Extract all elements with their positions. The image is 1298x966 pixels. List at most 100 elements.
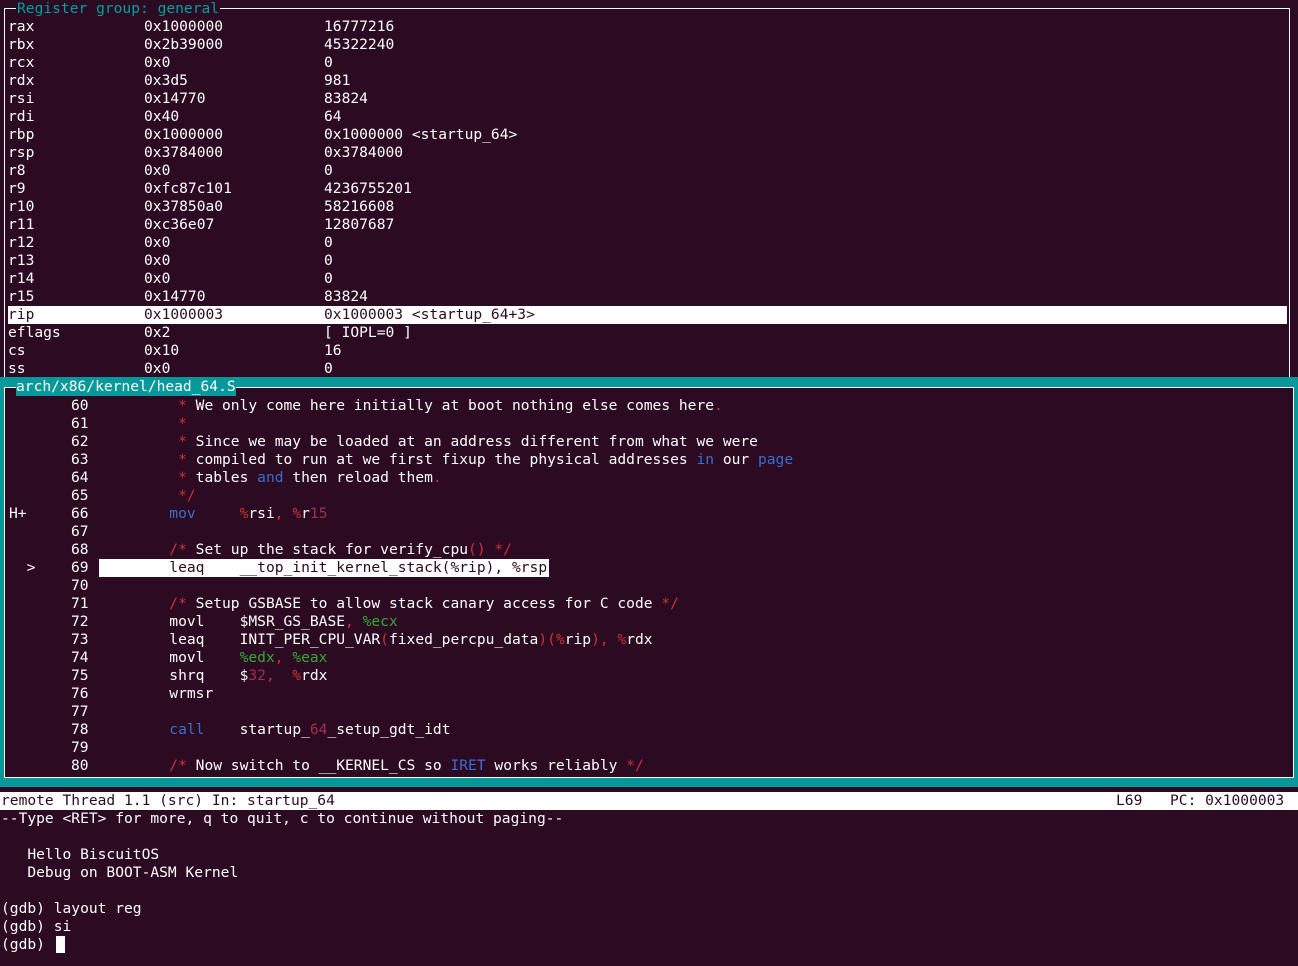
source-line-75[interactable]: 75 shrq $32, %rdx (9, 667, 1288, 685)
console-line: (gdb) (1, 936, 65, 954)
source-code-text: movl $MSR_GS_BASE, %ecx (169, 613, 398, 630)
line-number: 76 (71, 685, 89, 702)
source-line-62[interactable]: 62 * Since we may be loaded at an addres… (9, 433, 1288, 451)
register-hex: 0x0 (144, 270, 171, 287)
register-hex: 0x0 (144, 54, 171, 71)
status-thread-info: remote Thread 1.1 (src) In: startup_64 (1, 792, 335, 809)
register-row-r15: r15 0x14770 83824 (8, 288, 1287, 306)
register-name: rsi (8, 90, 35, 107)
register-value: 83824 (324, 288, 368, 305)
register-value: 58216608 (324, 198, 395, 215)
register-row-r9: r9 0xfc87c101 4236755201 (8, 180, 1287, 198)
register-hex: 0x14770 (144, 288, 206, 305)
source-line-73[interactable]: 73 leaq INIT_PER_CPU_VAR(fixed_percpu_da… (9, 631, 1288, 649)
source-code-text: call startup_64_setup_gdt_idt (169, 721, 451, 738)
source-line-61[interactable]: 61 * (9, 415, 1288, 433)
register-name: r9 (8, 180, 26, 197)
source-line-78[interactable]: 78 call startup_64_setup_gdt_idt (9, 721, 1288, 739)
register-hex: 0xfc87c101 (144, 180, 232, 197)
register-hex: 0x0 (144, 252, 171, 269)
source-line-60[interactable]: 60 * We only come here initially at boot… (9, 397, 1288, 415)
register-hex: 0x3d5 (144, 72, 188, 89)
register-name: rcx (8, 54, 35, 71)
register-row-rsp: rsp 0x3784000 0x3784000 (8, 144, 1287, 162)
source-code-text: */ (178, 487, 196, 504)
source-code-text: * (178, 415, 187, 432)
source-line-70[interactable]: 70 (9, 577, 1288, 595)
register-name: r14 (8, 270, 35, 287)
line-number: 71 (71, 595, 89, 612)
register-row-rsi: rsi 0x14770 83824 (8, 90, 1287, 108)
register-hex: 0x14770 (144, 90, 206, 107)
source-line-72[interactable]: 72 movl $MSR_GS_BASE, %ecx (9, 613, 1288, 631)
register-value: 0 (324, 54, 333, 71)
breakpoint-marker: H+ (9, 505, 27, 522)
source-line-69[interactable]: >69 leaq __top_init_kernel_stack(%rip), … (9, 559, 1288, 577)
line-number: 66 (71, 505, 89, 522)
source-code-view[interactable]: 60 * We only come here initially at boot… (9, 397, 1288, 775)
register-row-r10: r10 0x37850a0 58216608 (8, 198, 1287, 216)
register-hex: 0x3784000 (144, 144, 224, 161)
line-number: 80 (71, 757, 89, 774)
terminal-cursor[interactable] (55, 936, 65, 953)
register-row-rdi: rdi 0x40 64 (8, 108, 1287, 126)
source-code-text: wrmsr (169, 685, 214, 702)
register-name: rbx (8, 36, 35, 53)
line-number: 70 (71, 577, 89, 594)
register-name: cs (8, 342, 26, 359)
source-line-79[interactable]: 79 (9, 739, 1288, 757)
line-number: 73 (71, 631, 89, 648)
source-line-68[interactable]: 68 /* Set up the stack for verify_cpu() … (9, 541, 1288, 559)
line-number: 77 (71, 703, 89, 720)
register-value: 83824 (324, 90, 368, 107)
register-row-rdx: rdx 0x3d5 981 (8, 72, 1287, 90)
status-line-number: L69 (1116, 792, 1143, 809)
console-line: --Type <RET> for more, q to quit, c to c… (1, 810, 564, 827)
register-value: 4236755201 (324, 180, 412, 197)
source-line-63[interactable]: 63 * compiled to run at we first fixup t… (9, 451, 1288, 469)
source-code-text: movl %edx, %eax (169, 649, 328, 666)
source-line-74[interactable]: 74 movl %edx, %eax (9, 649, 1288, 667)
source-line-71[interactable]: 71 /* Setup GSBASE to allow stack canary… (9, 595, 1288, 613)
register-hex: 0x10 (144, 342, 180, 359)
register-value: 16 (324, 342, 342, 359)
register-value: 0 (324, 270, 333, 287)
source-line-77[interactable]: 77 (9, 703, 1288, 721)
source-line-67[interactable]: 67 (9, 523, 1288, 541)
source-code-text: shrq $32, %rdx (169, 667, 328, 684)
line-number: 68 (71, 541, 89, 558)
source-code-text: /* Setup GSBASE to allow stack canary ac… (169, 595, 679, 612)
register-row-rbp: rbp 0x1000000 0x1000000 <startup_64> (8, 126, 1287, 144)
source-line-64[interactable]: 64 * tables and then reload them. (9, 469, 1288, 487)
register-value: 0 (324, 360, 333, 377)
current-line-marker: > (9, 559, 36, 576)
register-row-r12: r12 0x0 0 (8, 234, 1287, 252)
source-line-80[interactable]: 80 /* Now switch to __KERNEL_CS so IRET … (9, 757, 1288, 775)
console-line: (gdb) layout reg (1, 900, 142, 917)
line-number: 62 (71, 433, 89, 450)
source-line-76[interactable]: 76 wrmsr (9, 685, 1288, 703)
source-line-65[interactable]: 65 */ (9, 487, 1288, 505)
register-row-r14: r14 0x0 0 (8, 270, 1287, 288)
register-value: 16777216 (324, 18, 395, 35)
register-row-rbx: rbx 0x2b39000 45322240 (8, 36, 1287, 54)
line-number: 78 (71, 721, 89, 738)
source-code-text: leaq __top_init_kernel_stack(%rip), %rsp (99, 559, 550, 577)
source-code-text: /* Now switch to __KERNEL_CS so IRET wor… (169, 757, 644, 774)
register-value: 0x1000000 <startup_64> (324, 126, 518, 143)
source-code-text: /* Set up the stack for verify_cpu() */ (169, 541, 512, 558)
source-line-66[interactable]: H+ 66 mov %rsi, %r15 (9, 505, 1288, 523)
register-value: 0x1000003 <startup_64+3> (324, 306, 535, 323)
line-number: 79 (71, 739, 89, 756)
line-number: 63 (71, 451, 89, 468)
console-line: Debug on BOOT-ASM Kernel (1, 864, 239, 881)
register-value: 0 (324, 252, 333, 269)
register-hex: 0x40 (144, 108, 180, 125)
register-row-ss: ss 0x0 0 (8, 360, 1287, 378)
register-name: r10 (8, 198, 35, 215)
register-name: r13 (8, 252, 35, 269)
register-value: 0x3784000 (324, 144, 404, 161)
source-code-text: * We only come here initially at boot no… (178, 397, 723, 414)
register-name: r8 (8, 162, 26, 179)
line-number: 64 (71, 469, 89, 486)
